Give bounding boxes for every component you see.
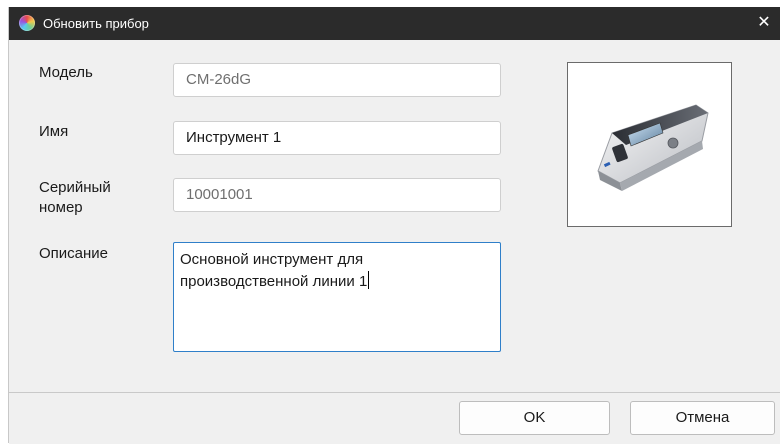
serial-number-label-line1: Серийный [39,179,111,196]
serial-number-label: Серийный номер [39,178,111,218]
text-caret [368,271,370,289]
description-label: Описание [39,245,109,262]
update-device-dialog: Обновить прибор ✕ Модель CM-26dG Имя Инс… [8,7,780,444]
name-label: Имя [39,123,69,140]
description-line-2: производственной линии 1 [180,273,368,290]
ok-button[interactable]: OK [459,401,610,435]
serial-number-label-line2: номер [39,199,83,216]
description-textarea[interactable]: Основной инструмент для производственной… [173,242,501,352]
cancel-button[interactable]: Отмена [630,401,775,435]
dialog-title: Обновить прибор [43,16,149,31]
spectrophotometer-device-icon [597,104,709,191]
description-line-1: Основной инструмент для [180,251,364,268]
name-field[interactable]: Инструмент 1 [173,121,501,155]
device-image-frame [567,62,732,227]
title-bar[interactable]: Обновить прибор ✕ [9,7,780,40]
model-field[interactable]: CM-26dG [173,63,501,97]
serial-number-field[interactable]: 10001001 [173,178,501,212]
close-icon[interactable]: ✕ [752,11,776,35]
color-wheel-icon [19,15,35,31]
model-label: Модель [39,64,93,81]
